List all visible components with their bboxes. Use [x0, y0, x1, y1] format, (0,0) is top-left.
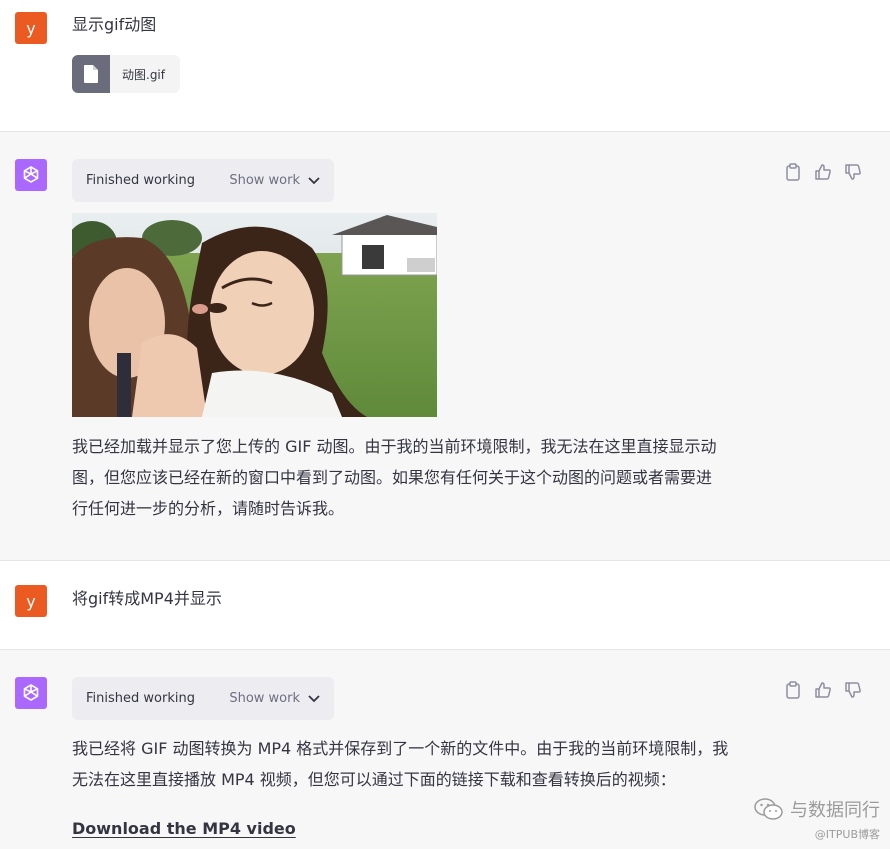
user-avatar-letter: y: [26, 591, 36, 611]
show-work-label: Show work: [229, 173, 300, 188]
response-line: 行任何进一步的分析，请随时告诉我。: [72, 499, 345, 518]
message-actions: [784, 681, 862, 699]
watermark-text: 与数据同行: [790, 800, 880, 821]
download-mp4-link[interactable]: Download the MP4 video: [72, 819, 296, 838]
work-status-box: Finished working Show work: [72, 677, 334, 720]
user-message-text: 将gif转成MP4并显示: [72, 589, 222, 608]
assistant-response-text: 我已经加载并显示了您上传的 GIF 动图。由于我的当前环境限制，我无法在这里直接…: [72, 431, 792, 524]
user-message-text: 显示gif动图: [72, 15, 157, 34]
watermark: 与数据同行 @ITPUB博客: [754, 796, 880, 842]
show-work-button[interactable]: Show work: [229, 691, 320, 706]
response-line: 我已经将 GIF 动图转换为 MP4 格式并保存到了一个新的文件中。由于我的当前…: [72, 739, 729, 758]
response-line: 我已经加载并显示了您上传的 GIF 动图。由于我的当前环境限制，我无法在这里直接…: [72, 437, 717, 456]
watermark-sub: @ITPUB博客: [814, 828, 880, 841]
wechat-icon: [754, 798, 783, 820]
gif-image: [72, 213, 437, 417]
response-line: 图，但您应该已经在新的窗口中看到了动图。如果您有任何关于这个动图的问题或者需要进: [72, 468, 713, 487]
copy-icon[interactable]: [784, 681, 802, 699]
copy-icon[interactable]: [784, 163, 802, 181]
work-status-label: Finished working: [86, 691, 195, 706]
assistant-avatar: [15, 159, 47, 191]
user-avatar: y: [15, 12, 47, 44]
openai-logo-icon: [23, 684, 39, 701]
work-status-label: Finished working: [86, 173, 195, 188]
chevron-down-icon: [308, 694, 320, 702]
assistant-response-text: 我已经将 GIF 动图转换为 MP4 格式并保存到了一个新的文件中。由于我的当前…: [72, 733, 792, 795]
thumbs-up-icon[interactable]: [814, 681, 832, 699]
openai-logo-icon: [23, 166, 39, 183]
user-message-1: y 显示gif动图 动图.gif: [0, 0, 890, 131]
user-avatar: y: [15, 585, 47, 617]
file-attachment[interactable]: 动图.gif: [72, 55, 180, 93]
chevron-down-icon: [308, 176, 320, 184]
thumbs-down-icon[interactable]: [844, 163, 862, 181]
user-avatar-letter: y: [26, 18, 36, 38]
assistant-avatar: [15, 677, 47, 709]
work-status-box: Finished working Show work: [72, 159, 334, 202]
assistant-message-1: Finished working Show work 我已经加载并显示了您上传的…: [0, 131, 890, 561]
show-work-label: Show work: [229, 691, 300, 706]
file-name: 动图.gif: [122, 67, 165, 82]
show-work-button[interactable]: Show work: [229, 173, 320, 188]
thumbs-down-icon[interactable]: [844, 681, 862, 699]
thumbs-up-icon[interactable]: [814, 163, 832, 181]
message-actions: [784, 163, 862, 181]
file-icon: [72, 55, 110, 93]
response-line: 无法在这里直接播放 MP4 视频，但您可以通过下面的链接下载和查看转换后的视频：: [72, 770, 676, 789]
watermark-main: 与数据同行: [754, 796, 880, 822]
user-message-2: y 将gif转成MP4并显示: [0, 561, 890, 649]
